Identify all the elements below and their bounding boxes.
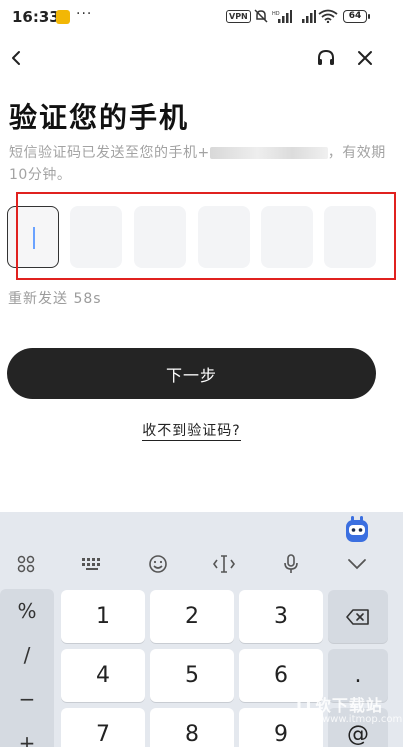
- symbol-key-slash[interactable]: /: [0, 633, 54, 677]
- keyboard-icon: [82, 558, 100, 570]
- voice-input-button[interactable]: [277, 550, 305, 578]
- symbol-key-minus[interactable]: −: [0, 677, 54, 721]
- wifi-icon: [318, 9, 338, 23]
- svg-text:HD: HD: [272, 11, 280, 17]
- no-code-link-row: 收不到验证码?: [0, 420, 383, 441]
- hide-keyboard-button[interactable]: [343, 550, 371, 578]
- status-bar: 16:33 ··· VPN HD 64: [0, 0, 403, 34]
- key-5[interactable]: 5: [150, 649, 234, 702]
- bell-mute-icon: [254, 9, 268, 23]
- no-code-link[interactable]: 收不到验证码?: [142, 423, 241, 441]
- key-7[interactable]: 7: [61, 708, 145, 747]
- key-4[interactable]: 4: [61, 649, 145, 702]
- watermark-url: www.itmop.com: [322, 714, 403, 725]
- red-annotation-box: [16, 192, 396, 280]
- chevron-down-icon: [348, 559, 366, 570]
- key-1[interactable]: 1: [61, 590, 145, 643]
- emoji-button[interactable]: [144, 550, 172, 578]
- notification-app-icon: [56, 10, 70, 24]
- keyboard-switch-button[interactable]: [78, 550, 106, 578]
- grid-menu-button[interactable]: [12, 550, 40, 578]
- page-title: 验证您的手机: [9, 101, 190, 134]
- chevron-left-icon: [12, 51, 20, 65]
- resend-countdown[interactable]: 重新发送 58s: [8, 288, 102, 308]
- close-icon: [358, 51, 372, 65]
- emoji-icon: [149, 555, 167, 573]
- cursor-move-button[interactable]: [210, 550, 238, 578]
- next-step-button[interactable]: 下一步: [7, 348, 376, 399]
- watermark-text: IT软下载站: [296, 696, 383, 715]
- backspace-icon: [346, 608, 369, 625]
- headset-icon: [318, 49, 334, 65]
- support-button[interactable]: [312, 44, 340, 72]
- microphone-icon: [284, 554, 298, 573]
- symbol-column: % / − +: [0, 589, 54, 747]
- signal-icon: [302, 10, 316, 23]
- status-time: 16:33: [12, 8, 60, 26]
- cursor-icon: [213, 555, 235, 573]
- keyboard-mascot-icon[interactable]: [343, 514, 371, 544]
- battery-icon: 64: [343, 10, 370, 23]
- sms-sent-description: 短信验证码已发送至您的手机+ ，有效期10分钟。: [9, 142, 389, 186]
- close-button[interactable]: [351, 44, 379, 72]
- keyboard-toolbar: [0, 512, 403, 587]
- symbol-key-plus[interactable]: +: [0, 721, 54, 747]
- grid-icon: [17, 555, 35, 573]
- masked-phone-number: [209, 147, 328, 159]
- key-3[interactable]: 3: [239, 590, 323, 643]
- vpn-icon: VPN: [226, 10, 251, 23]
- key-2[interactable]: 2: [150, 590, 234, 643]
- back-button[interactable]: [3, 44, 31, 72]
- subtitle-prefix: 短信验证码已发送至您的手机+: [9, 145, 210, 161]
- symbol-key-percent[interactable]: %: [0, 589, 54, 633]
- key-8[interactable]: 8: [150, 708, 234, 747]
- more-notifications-icon: ···: [76, 6, 93, 22]
- signal-hd-icon: HD: [272, 10, 292, 23]
- backspace-key[interactable]: [328, 590, 388, 643]
